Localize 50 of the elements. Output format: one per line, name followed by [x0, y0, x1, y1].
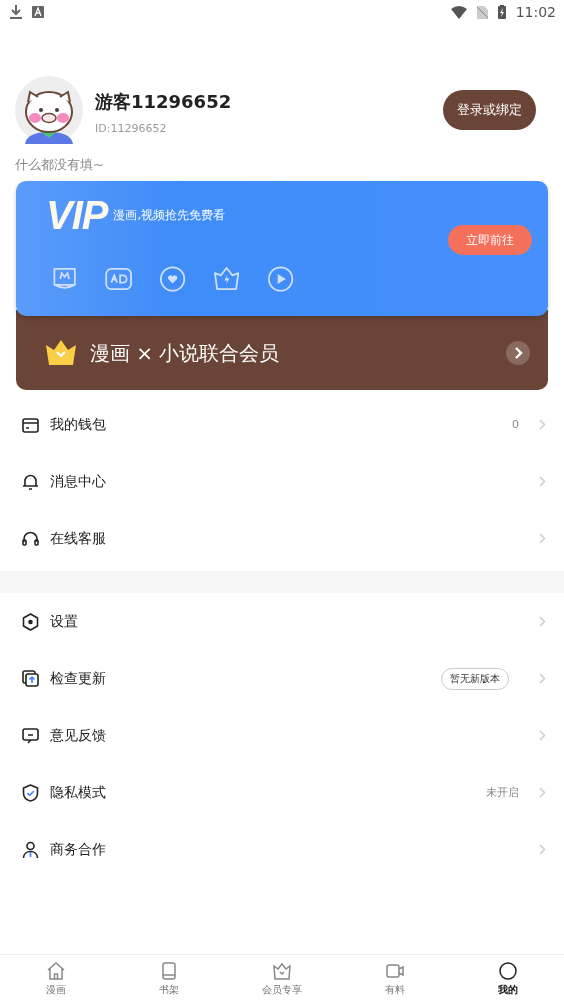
menu-item[interactable]: 意见反馈 [0, 707, 564, 764]
login-bind-button[interactable]: 登录或绑定 [443, 90, 536, 130]
chevron-right-icon [539, 419, 546, 430]
joint-membership-banner[interactable]: 漫画 × 小说联合会员 [16, 310, 548, 390]
pig-avatar-icon [15, 76, 83, 144]
chevron-right-icon [539, 730, 546, 741]
vip-logo: VIP [46, 195, 108, 235]
wifi-icon [450, 5, 467, 19]
shield-check-icon [21, 783, 40, 802]
crown-icon [272, 960, 292, 981]
menu-item[interactable]: 隐私模式 未开启 [0, 764, 564, 821]
wallet-icon [21, 415, 40, 434]
status-text: 0 [512, 418, 519, 431]
status-text: 未开启 [486, 785, 519, 800]
feedback-icon [21, 726, 40, 745]
menu-item[interactable]: 设置 [0, 593, 564, 650]
crown-icon [44, 339, 78, 367]
keyboard-icon [32, 6, 44, 18]
person-icon [21, 840, 40, 859]
user-id: ID:11296652 [95, 121, 168, 135]
clock-time: 11:02 [515, 4, 556, 20]
sim-card-icon [476, 5, 488, 19]
user-name: 游客11296652 [95, 89, 233, 114]
menu-item[interactable]: 检查更新 暂无新版本 [0, 650, 564, 707]
chevron-right-icon [539, 476, 546, 487]
upload-icon [21, 669, 40, 688]
nav-tab[interactable]: 漫画 [0, 955, 113, 1002]
settings-icon [21, 612, 40, 631]
bell-icon [21, 472, 40, 491]
vip-promo-text: 漫画,视频抢先免费看 [113, 207, 227, 224]
chevron-right-icon [539, 844, 546, 855]
menu-item[interactable]: 消息中心 [0, 453, 564, 510]
user-bio: 什么都没有填~ [15, 156, 105, 174]
home-icon [46, 960, 67, 981]
joint-membership-title: 漫画 × 小说联合会员 [90, 339, 281, 367]
chevron-right-icon [539, 533, 546, 544]
nav-tab[interactable]: 有料 [338, 955, 452, 1002]
nav-tab[interactable]: 书架 [112, 955, 226, 1002]
nav-tab[interactable]: 我的 [451, 955, 564, 1002]
chevron-right-icon [539, 616, 546, 627]
chevron-right-icon [539, 787, 546, 798]
battery-icon [497, 5, 506, 19]
headset-icon [21, 529, 40, 548]
chevron-right-icon [506, 341, 530, 365]
chevron-right-icon [539, 673, 546, 684]
menu-item[interactable]: 商务合作 [0, 821, 564, 878]
download-icon [10, 5, 22, 19]
menu-item[interactable]: 在线客服 [0, 510, 564, 567]
menu-item[interactable]: 我的钱包 0 [0, 396, 564, 453]
nav-tab[interactable]: 会员专享 [225, 955, 339, 1002]
